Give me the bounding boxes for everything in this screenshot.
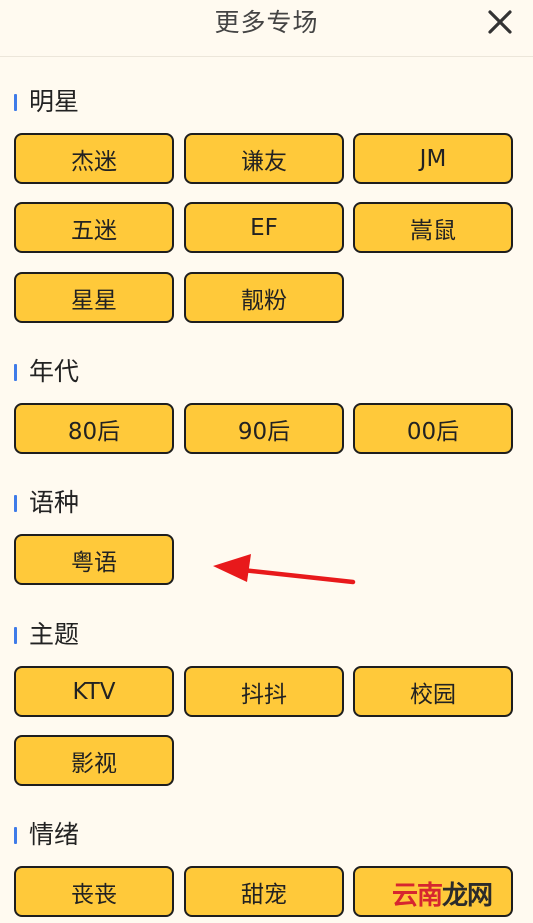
watermark-logo: 云南 龙网	[392, 874, 504, 912]
tag-button[interactable]: JM	[353, 133, 513, 184]
tag-button[interactable]: 嵩鼠	[353, 202, 513, 253]
section-title-theme: 主题	[14, 618, 79, 652]
section-label: 年代	[29, 357, 80, 386]
section-marker	[14, 826, 17, 844]
tag-button[interactable]: 校园	[353, 666, 513, 717]
watermark-part1: 云南	[392, 880, 443, 911]
arrow-annotation	[213, 554, 356, 585]
tag-button[interactable]: 粤语	[14, 534, 174, 585]
tag-button[interactable]: 抖抖	[184, 666, 344, 717]
section-marker	[14, 494, 17, 512]
tag-button[interactable]: 五迷	[14, 202, 174, 253]
tag-button[interactable]: 谦友	[184, 133, 344, 184]
section-label: 明星	[29, 87, 80, 116]
section-title-stars: 明星	[14, 85, 79, 119]
page-title: 更多专场	[214, 8, 319, 37]
close-icon[interactable]	[484, 6, 516, 38]
section-title-era: 年代	[14, 355, 79, 389]
section-marker	[14, 363, 17, 381]
tag-button[interactable]: 丧丧	[14, 866, 174, 917]
tag-button[interactable]: 00后	[353, 403, 513, 454]
section-label: 主题	[29, 620, 80, 649]
tag-button[interactable]: KTV	[14, 666, 174, 717]
tag-button[interactable]: 甜宠	[184, 866, 344, 917]
tag-button[interactable]: 星星	[14, 272, 174, 323]
section-label: 情绪	[29, 820, 80, 849]
section-title-language: 语种	[14, 486, 79, 520]
tag-button[interactable]: 杰迷	[14, 133, 174, 184]
section-marker	[14, 93, 17, 111]
section-marker	[14, 626, 17, 644]
watermark-part2: 龙网	[442, 880, 493, 911]
section-label: 语种	[29, 488, 80, 517]
header-bar: 更多专场	[0, 0, 533, 57]
section-title-mood: 情绪	[14, 818, 79, 852]
tag-button[interactable]: 90后	[184, 403, 344, 454]
tag-button[interactable]: 80后	[14, 403, 174, 454]
tag-button[interactable]: 靓粉	[184, 272, 344, 323]
tag-button[interactable]: EF	[184, 202, 344, 253]
tag-button[interactable]: 影视	[14, 735, 174, 786]
